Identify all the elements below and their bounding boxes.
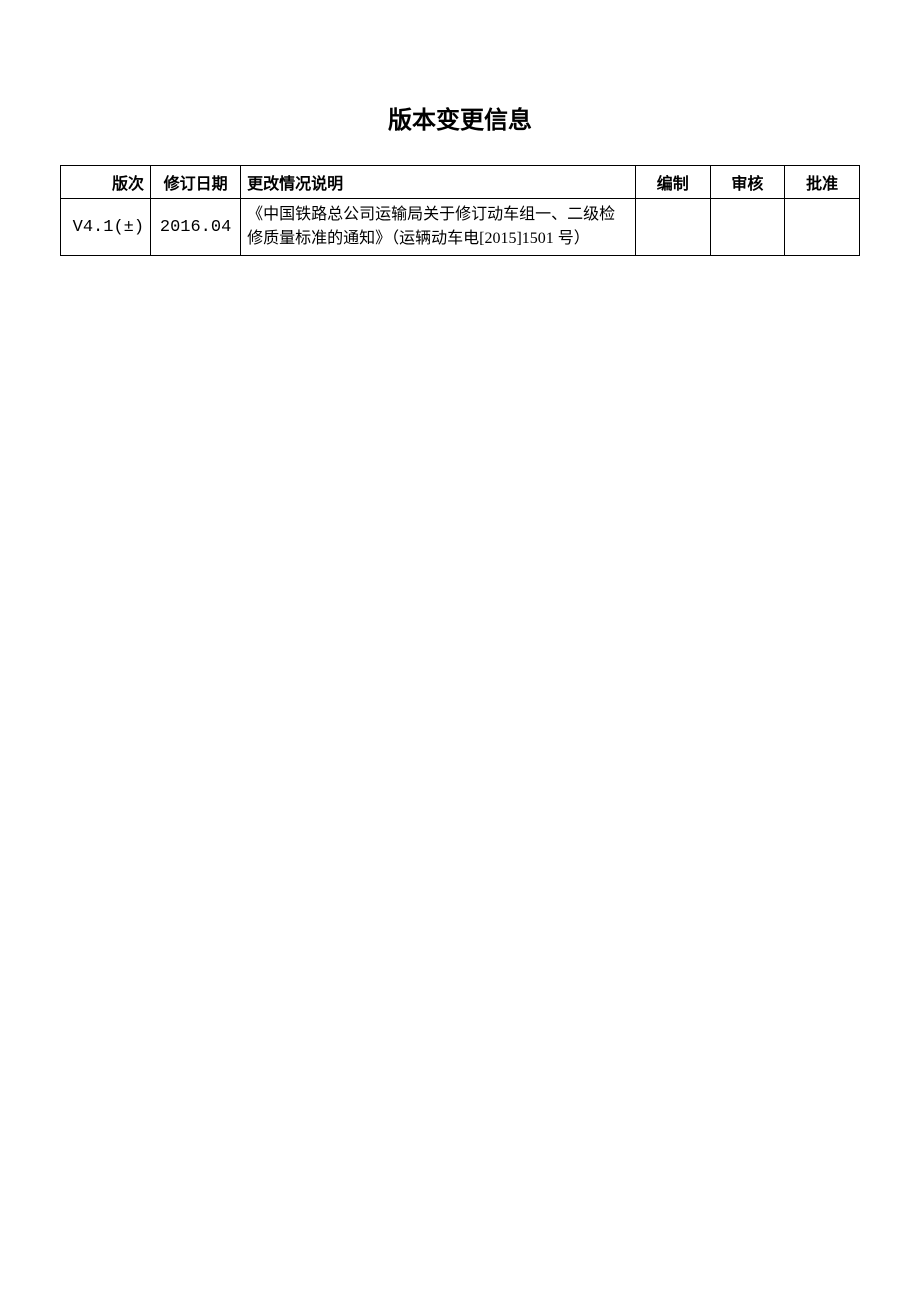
header-review: 审核	[710, 166, 785, 199]
cell-version: V4.1(±)	[61, 199, 151, 256]
version-change-table: 版次 修订日期 更改情况说明 编制 审核 批准 V4.1(±) 2016.04 …	[60, 165, 860, 256]
cell-review	[710, 199, 785, 256]
header-change-description: 更改情况说明	[241, 166, 636, 199]
header-compile: 编制	[635, 166, 710, 199]
table-header-row: 版次 修订日期 更改情况说明 编制 审核 批准	[61, 166, 860, 199]
cell-compile	[635, 199, 710, 256]
header-revision-date: 修订日期	[151, 166, 241, 199]
header-version: 版次	[61, 166, 151, 199]
header-approve: 批准	[785, 166, 860, 199]
cell-revision-date: 2016.04	[151, 199, 241, 256]
table-row: V4.1(±) 2016.04 《中国铁路总公司运输局关于修订动车组一、二级检修…	[61, 199, 860, 256]
page-title: 版本变更信息	[60, 100, 860, 135]
cell-change-description: 《中国铁路总公司运输局关于修订动车组一、二级检修质量标准的通知》（运辆动车电[2…	[241, 199, 636, 256]
cell-approve	[785, 199, 860, 256]
